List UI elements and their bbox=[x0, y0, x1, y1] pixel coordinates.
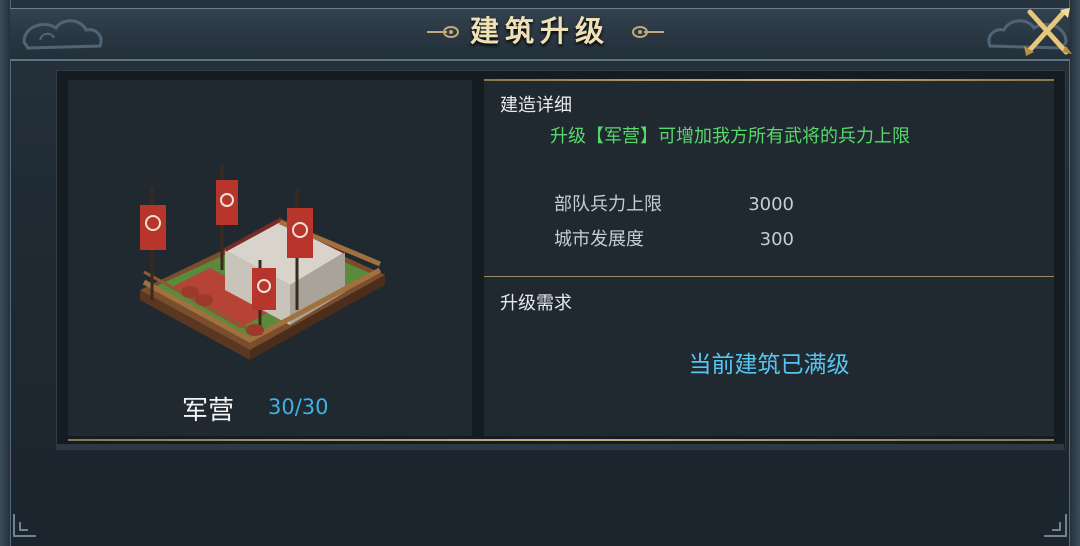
max-level-status: 当前建筑已满级 bbox=[688, 352, 850, 378]
crossed-swords-close-icon[interactable] bbox=[1020, 6, 1076, 58]
stat-row: 部队兵力上限 3000 bbox=[554, 190, 794, 216]
detail-section-title: 建造详细 bbox=[500, 95, 572, 116]
stat-value: 300 bbox=[759, 229, 794, 250]
requirements-section-title: 升级需求 bbox=[500, 293, 572, 314]
building-name: 军营 bbox=[182, 396, 235, 426]
barracks-tent-icon bbox=[140, 165, 385, 360]
stat-name: 部队兵力上限 bbox=[554, 194, 662, 215]
divider bbox=[68, 439, 1054, 441]
window-left-edge bbox=[0, 0, 11, 546]
corner-ornament-icon bbox=[1044, 514, 1067, 537]
panel-base bbox=[56, 444, 1064, 450]
stat-value: 3000 bbox=[748, 194, 794, 215]
window-right-edge bbox=[1069, 0, 1080, 546]
corner-ornament-icon bbox=[13, 514, 36, 537]
building-level: 30/30 bbox=[268, 395, 329, 419]
divider bbox=[484, 276, 1054, 277]
divider bbox=[484, 79, 1054, 81]
stat-name: 城市发展度 bbox=[554, 229, 644, 250]
stat-row: 城市发展度 300 bbox=[554, 225, 794, 251]
upgrade-description: 升级【军营】可增加我方所有武将的兵力上限 bbox=[550, 126, 910, 147]
window-title: 建筑升级 bbox=[469, 14, 610, 48]
